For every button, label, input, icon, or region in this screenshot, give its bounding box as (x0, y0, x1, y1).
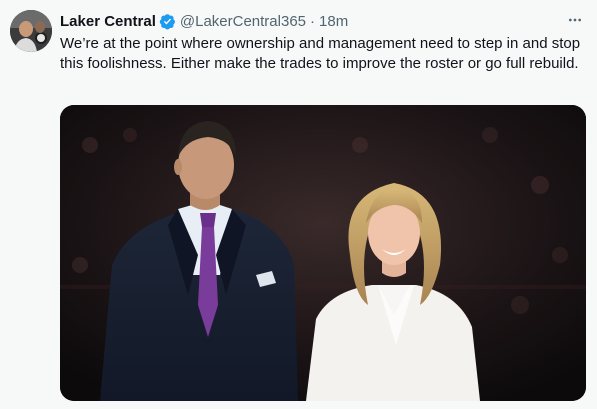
more-options-icon (569, 18, 581, 22)
display-name[interactable]: Laker Central (60, 13, 156, 30)
tweet-text: We’re at the point where ownership and m… (60, 35, 581, 72)
separator-dot: · (310, 12, 316, 30)
verified-badge-icon (159, 13, 176, 30)
avatar-image (10, 10, 52, 52)
user-handle[interactable]: @LakerCentral365 (180, 13, 306, 30)
photo-image (60, 105, 586, 401)
profile-avatar[interactable] (10, 10, 52, 52)
more-options-button[interactable] (564, 9, 586, 31)
tweet-timestamp[interactable]: 18m (319, 13, 348, 30)
tweet-header: Laker Central @LakerCentral365 · 18m (60, 11, 348, 31)
tweet-media-photo[interactable] (60, 105, 586, 401)
tweet-card[interactable]: Laker Central @LakerCentral365 · 18m We’… (0, 0, 597, 409)
